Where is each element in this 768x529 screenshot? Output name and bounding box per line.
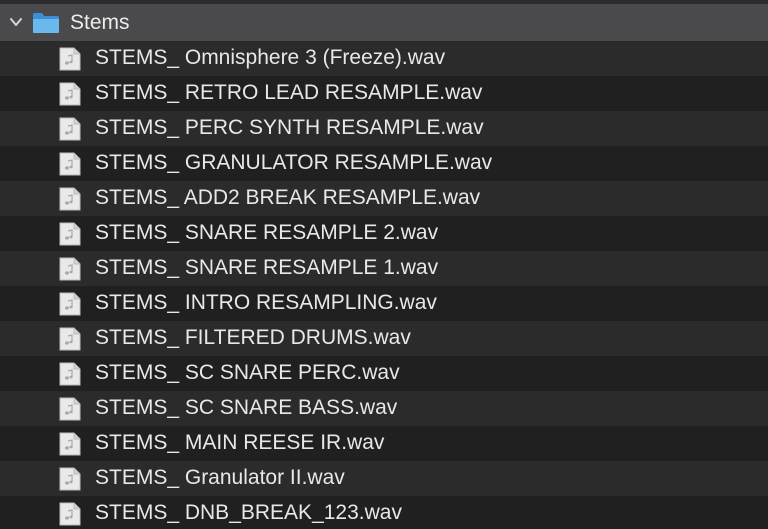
file-name: STEMS_ SC SNARE BASS.wav (95, 396, 398, 419)
audio-file-icon (59, 257, 81, 281)
file-row[interactable]: STEMS_ DNB_BREAK_123.wav (0, 496, 768, 529)
audio-file-icon (59, 222, 81, 246)
audio-file-icon (59, 467, 81, 491)
file-name: STEMS_ INTRO RESAMPLING.wav (95, 291, 437, 314)
file-name: STEMS_ SNARE RESAMPLE 2.wav (95, 221, 439, 244)
audio-file-icon (59, 327, 81, 351)
audio-file-icon (59, 117, 81, 141)
file-name: STEMS_ MAIN REESE IR.wav (95, 431, 385, 454)
file-name: STEMS_ FILTERED DRUMS.wav (95, 326, 411, 349)
file-name: STEMS_ RETRO LEAD RESAMPLE.wav (95, 81, 483, 104)
audio-file-icon (59, 152, 81, 176)
audio-file-icon (59, 502, 81, 526)
file-name: STEMS_ GRANULATOR RESAMPLE.wav (95, 151, 493, 174)
audio-file-icon (59, 397, 81, 421)
file-row[interactable]: STEMS_ INTRO RESAMPLING.wav (0, 286, 768, 321)
file-name: STEMS_ Granulator II.wav (95, 466, 345, 489)
file-name: STEMS_ SC SNARE PERC.wav (95, 361, 400, 384)
file-name: STEMS_ ADD2 BREAK RESAMPLE.wav (95, 186, 481, 209)
file-row[interactable]: STEMS_ FILTERED DRUMS.wav (0, 321, 768, 356)
file-name: STEMS_ Omnisphere 3 (Freeze).wav (95, 46, 446, 69)
audio-file-icon (59, 47, 81, 71)
audio-file-icon (59, 187, 81, 211)
audio-file-icon (59, 362, 81, 386)
file-row[interactable]: STEMS_ ADD2 BREAK RESAMPLE.wav (0, 181, 768, 216)
folder-icon (33, 13, 59, 33)
folder-name: Stems (70, 11, 130, 34)
file-row[interactable]: STEMS_ SC SNARE PERC.wav (0, 356, 768, 391)
file-row[interactable]: STEMS_ Omnisphere 3 (Freeze).wav (0, 41, 768, 76)
file-row[interactable]: STEMS_ PERC SYNTH RESAMPLE.wav (0, 111, 768, 146)
file-row[interactable]: STEMS_ SNARE RESAMPLE 1.wav (0, 251, 768, 286)
file-row[interactable]: STEMS_ MAIN REESE IR.wav (0, 426, 768, 461)
folder-row-stems[interactable]: Stems (0, 4, 768, 41)
file-row[interactable]: STEMS_ RETRO LEAD RESAMPLE.wav (0, 76, 768, 111)
file-row[interactable]: STEMS_ SC SNARE BASS.wav (0, 391, 768, 426)
file-list: STEMS_ Omnisphere 3 (Freeze).wav STEMS_ R… (0, 41, 768, 529)
audio-file-icon (59, 82, 81, 106)
file-name: STEMS_ PERC SYNTH RESAMPLE.wav (95, 116, 484, 139)
file-name: STEMS_ SNARE RESAMPLE 1.wav (95, 256, 439, 279)
file-name: STEMS_ DNB_BREAK_123.wav (95, 501, 402, 524)
file-row[interactable]: STEMS_ Granulator II.wav (0, 461, 768, 496)
file-row[interactable]: STEMS_ GRANULATOR RESAMPLE.wav (0, 146, 768, 181)
chevron-down-icon[interactable] (9, 15, 23, 29)
audio-file-icon (59, 292, 81, 316)
file-row[interactable]: STEMS_ SNARE RESAMPLE 2.wav (0, 216, 768, 251)
audio-file-icon (59, 432, 81, 456)
